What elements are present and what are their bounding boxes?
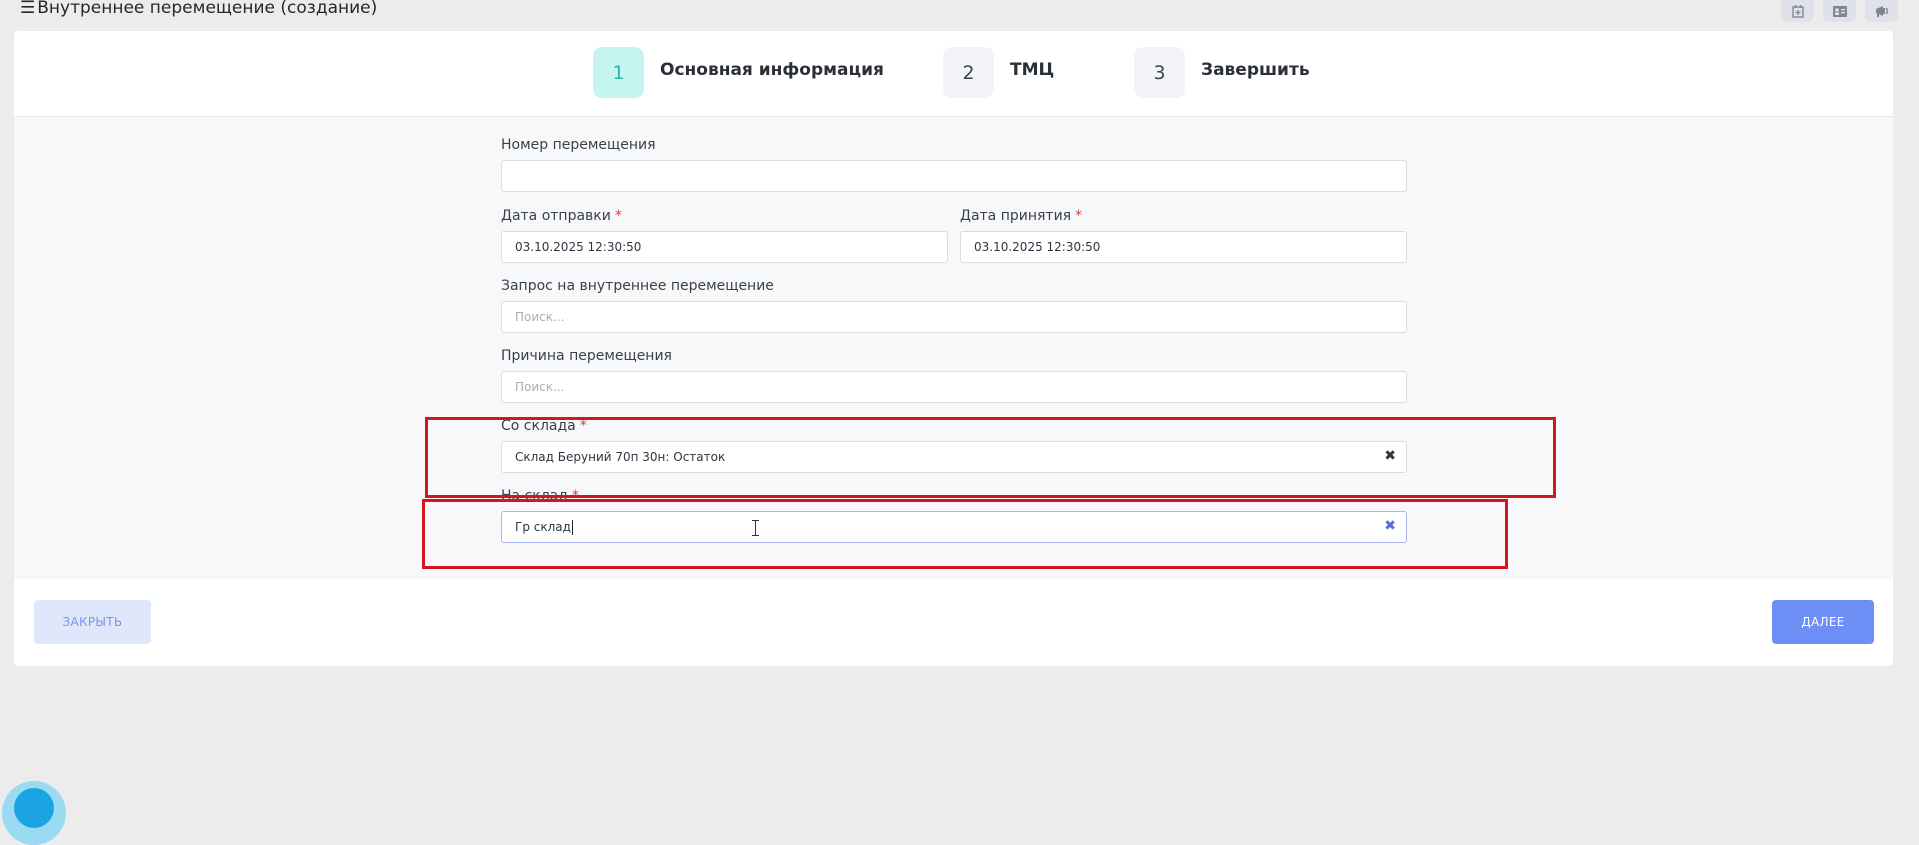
- receive-date-input[interactable]: 03.10.2025 12:30:50: [960, 231, 1407, 263]
- chat-icon: [14, 788, 54, 828]
- hamburger-menu-icon[interactable]: ☰: [20, 0, 35, 18]
- required-mark: *: [614, 208, 622, 224]
- step-main-info[interactable]: 1 Основная информация: [593, 47, 884, 98]
- reason-placeholder: Поиск...: [515, 380, 565, 394]
- stepper: 1 Основная информация 2 ТМЦ 3 Завершить: [14, 31, 1893, 117]
- step-number: 2: [943, 47, 994, 98]
- send-date-label: Дата отправки *: [501, 208, 622, 224]
- next-button[interactable]: ДАЛЕЕ: [1772, 600, 1874, 644]
- page-title: ☰ Внутреннее перемещение (создание): [20, 0, 377, 18]
- receive-date-label: Дата принятия *: [960, 208, 1083, 224]
- request-search-input[interactable]: Поиск...: [501, 301, 1407, 333]
- calendar-plus-icon[interactable]: [1781, 0, 1814, 22]
- highlight-from-warehouse: [425, 417, 1556, 498]
- step-label: Основная информация: [660, 59, 884, 80]
- step-number: 3: [1134, 47, 1185, 98]
- megaphone-icon[interactable]: [1865, 0, 1898, 22]
- close-button[interactable]: ЗАКРЫТЬ: [34, 600, 151, 644]
- reason-label: Причина перемещения: [501, 348, 672, 364]
- page-title-text: Внутреннее перемещение (создание): [37, 0, 378, 18]
- reason-search-input[interactable]: Поиск...: [501, 371, 1407, 403]
- required-mark: *: [1075, 208, 1083, 224]
- step-label: Завершить: [1201, 59, 1310, 80]
- chat-widget-button[interactable]: [2, 781, 66, 845]
- transfer-number-input[interactable]: [501, 160, 1407, 192]
- step-label: ТМЦ: [1010, 59, 1055, 80]
- request-placeholder: Поиск...: [515, 310, 565, 324]
- step-number: 1: [593, 47, 644, 98]
- send-date-input[interactable]: 03.10.2025 12:30:50: [501, 231, 948, 263]
- step-tmc[interactable]: 2 ТМЦ: [943, 47, 1054, 98]
- request-label: Запрос на внутреннее перемещение: [501, 278, 774, 294]
- header-actions: [1781, 0, 1898, 22]
- id-card-icon[interactable]: [1823, 0, 1856, 22]
- form-area: Номер перемещения Дата отправки * 03.10.2…: [14, 117, 1893, 579]
- highlight-to-warehouse: [422, 499, 1508, 569]
- transfer-number-label: Номер перемещения: [501, 137, 656, 153]
- form-card: 1 Основная информация 2 ТМЦ 3 Завершить …: [14, 31, 1893, 666]
- step-finish[interactable]: 3 Завершить: [1134, 47, 1310, 98]
